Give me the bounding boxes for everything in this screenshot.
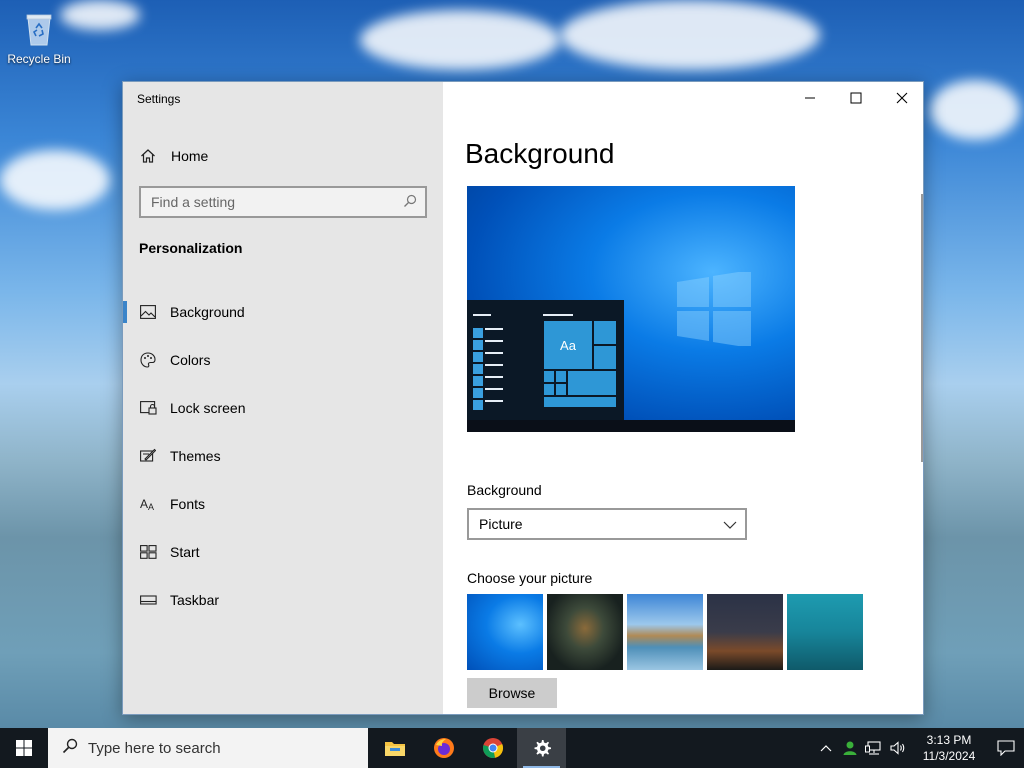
recycle-bin-icon (24, 12, 54, 46)
system-tray: 3:13 PM 11/3/2024 (814, 728, 1024, 768)
recycle-bin-desktop-icon[interactable]: Recycle Bin (6, 8, 72, 66)
clock[interactable]: 3:13 PM 11/3/2024 (916, 732, 982, 764)
page-title: Background (465, 138, 615, 169)
maximize-button[interactable] (833, 82, 879, 114)
network-tray-button[interactable] (862, 741, 886, 755)
file-explorer-icon (384, 742, 405, 756)
chrome-icon (482, 738, 503, 758)
sidebar-item-label: Lock screen (170, 400, 246, 416)
clock-time: 3:13 PM (926, 733, 972, 747)
desktop-cloud (60, 0, 140, 30)
notification-icon (997, 740, 1015, 756)
sidebar-item-fonts[interactable]: AA Fonts (123, 480, 443, 528)
sidebar-item-colors[interactable]: Colors (123, 336, 443, 384)
picture-thumbnails (467, 594, 863, 670)
minimize-icon (805, 97, 815, 99)
lock-screen-icon (139, 399, 157, 417)
search-icon (403, 194, 417, 211)
settings-window: Settings Home Find a setting Personaliza… (122, 81, 924, 715)
svg-text:A: A (148, 502, 154, 511)
fonts-icon: AA (139, 495, 157, 513)
taskbar-file-explorer[interactable] (370, 728, 419, 768)
thumbnail-night-sky[interactable] (707, 594, 783, 670)
section-title: Personalization (139, 240, 243, 256)
desktop-cloud (930, 80, 1020, 140)
home-label: Home (171, 148, 209, 164)
windows-logo-icon (677, 272, 751, 346)
sidebar-item-taskbar[interactable]: Taskbar (123, 576, 443, 624)
caption-buttons (787, 82, 923, 114)
taskbar-settings[interactable] (517, 728, 566, 768)
search-icon (62, 738, 78, 758)
search-placeholder: Find a setting (151, 194, 236, 210)
svg-text:A: A (140, 497, 148, 511)
minimize-button[interactable] (787, 82, 833, 114)
desktop-cloud (0, 150, 110, 210)
action-center-button[interactable] (988, 740, 1024, 756)
sidebar-item-themes[interactable]: Themes (123, 432, 443, 480)
sidebar-item-label: Background (170, 304, 245, 320)
close-icon (896, 92, 908, 104)
maximize-icon (850, 92, 862, 104)
desktop-cloud (560, 0, 820, 70)
preview-taskbar (467, 420, 795, 432)
taskbar-search-placeholder: Type here to search (88, 739, 221, 757)
browse-button[interactable]: Browse (467, 678, 557, 708)
thumbnail-cave[interactable] (547, 594, 623, 670)
start-button[interactable] (0, 728, 48, 768)
sidebar-item-lock-screen[interactable]: Lock screen (123, 384, 443, 432)
choose-picture-label: Choose your picture (467, 570, 593, 586)
sidebar-nav: Background Colors Lock screen Themes A A… (123, 288, 443, 624)
close-button[interactable] (879, 82, 923, 114)
chevron-up-icon (820, 745, 832, 752)
clock-date: 11/3/2024 (922, 749, 976, 763)
sidebar-item-label: Fonts (170, 496, 206, 512)
show-hidden-icons-button[interactable] (814, 744, 838, 752)
background-type-dropdown[interactable]: Picture (467, 508, 747, 540)
sidebar-item-label: Colors (170, 352, 211, 368)
taskbar-apps (370, 728, 566, 768)
window-title: Settings (137, 92, 181, 106)
start-icon (139, 543, 157, 561)
settings-icon (534, 740, 551, 757)
volume-tray-button[interactable] (886, 741, 910, 755)
sidebar-item-start[interactable]: Start (123, 528, 443, 576)
desktop-cloud (360, 10, 560, 70)
themes-icon (139, 447, 157, 465)
preview-start-menu: Aa (467, 300, 624, 420)
background-preview: Aa (467, 186, 795, 432)
person-icon (843, 741, 857, 755)
thumbnail-beach[interactable] (627, 594, 703, 670)
taskbar-chrome[interactable] (468, 728, 517, 768)
main-content: Background Aa Background Picture Choose … (443, 82, 923, 714)
taskbar-search-box[interactable]: Type here to search (48, 728, 368, 768)
windows-icon (16, 740, 32, 756)
home-link[interactable]: Home (139, 146, 208, 166)
find-setting-input[interactable]: Find a setting (139, 186, 427, 218)
user-status-tray-button[interactable] (838, 740, 862, 756)
picture-icon (139, 303, 157, 321)
sidebar-item-label: Start (170, 544, 200, 560)
taskbar-icon (139, 591, 157, 609)
chevron-down-icon (723, 518, 737, 534)
background-field-label: Background (467, 482, 542, 498)
scrollbar[interactable] (921, 194, 923, 462)
desktop-icon-label: Recycle Bin (7, 52, 71, 66)
thumbnail-windows-blue[interactable] (467, 594, 543, 670)
thumbnail-underwater[interactable] (787, 594, 863, 670)
sidebar-item-background[interactable]: Background (123, 288, 443, 336)
taskbar-firefox[interactable] (419, 728, 468, 768)
firefox-icon (433, 738, 454, 758)
sidebar-item-label: Themes (170, 448, 221, 464)
preview-tile: Aa (543, 320, 593, 370)
palette-icon (139, 351, 157, 369)
sidebar-item-label: Taskbar (170, 592, 220, 608)
taskbar: Type here to search 3:13 PM 11/3/2024 (0, 728, 1024, 768)
home-icon (139, 148, 157, 164)
volume-icon (890, 741, 905, 755)
network-icon (865, 741, 881, 755)
sidebar: Settings Home Find a setting Personaliza… (123, 82, 443, 714)
dropdown-value: Picture (479, 516, 523, 532)
